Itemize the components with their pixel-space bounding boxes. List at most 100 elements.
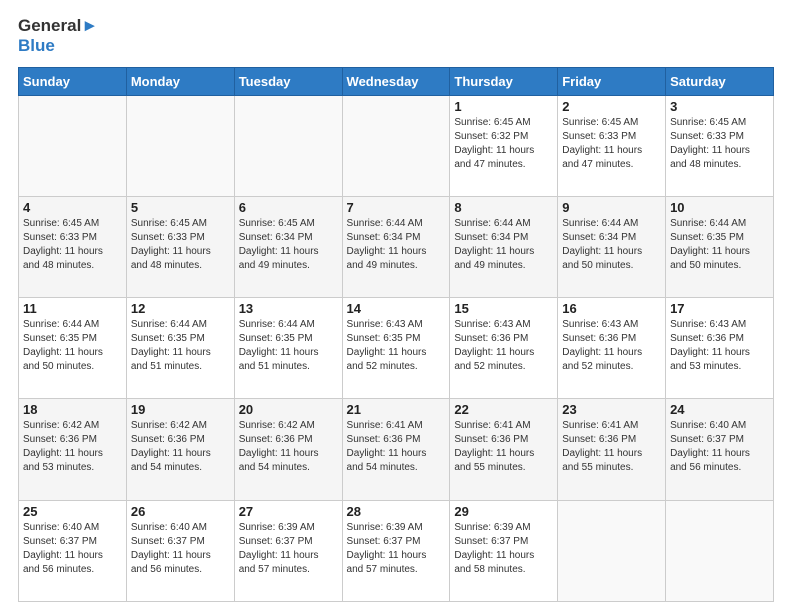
calendar-cell: 26 Sunrise: 6:40 AM Sunset: 6:37 PM Dayli…	[126, 500, 234, 601]
day-number: 15	[454, 301, 553, 316]
day-info: Sunrise: 6:40 AM Sunset: 6:37 PM Dayligh…	[23, 521, 122, 577]
day-number: 29	[454, 504, 553, 519]
calendar-cell: 2 Sunrise: 6:45 AM Sunset: 6:33 PM Daylig…	[558, 95, 666, 196]
day-number: 20	[239, 402, 338, 417]
day-number: 1	[454, 99, 553, 114]
calendar-cell: 29Sunrise: 6:39 AM Sunset: 6:37 PM Dayli…	[450, 500, 558, 601]
logo-blue: Blue	[18, 36, 98, 56]
calendar-week-row: 4 Sunrise: 6:45 AM Sunset: 6:33 PM Daylig…	[19, 197, 774, 298]
day-info: Sunrise: 6:45 AM Sunset: 6:33 PM Dayligh…	[131, 217, 230, 273]
calendar-cell	[19, 95, 127, 196]
calendar-cell: 18 Sunrise: 6:42 AM Sunset: 6:36 PM Dayli…	[19, 399, 127, 500]
day-number: 9	[562, 200, 661, 215]
col-header-wednesday: Wednesday	[342, 67, 450, 95]
day-info: Sunrise: 6:39 AM Sunset: 6:37 PM Dayligh…	[347, 521, 446, 577]
day-info: Sunrise: 6:44 AM Sunset: 6:35 PM Dayligh…	[670, 217, 769, 273]
day-info: Sunrise: 6:43 AM Sunset: 6:36 PM Dayligh…	[670, 318, 769, 374]
day-info: Sunrise: 6:42 AM Sunset: 6:36 PM Dayligh…	[131, 419, 230, 475]
day-info: Sunrise: 6:45 AM Sunset: 6:32 PM Dayligh…	[454, 116, 553, 172]
col-header-saturday: Saturday	[666, 67, 774, 95]
calendar-cell: 7 Sunrise: 6:44 AM Sunset: 6:34 PM Daylig…	[342, 197, 450, 298]
day-number: 26	[131, 504, 230, 519]
day-info: Sunrise: 6:44 AM Sunset: 6:35 PM Dayligh…	[239, 318, 338, 374]
col-header-monday: Monday	[126, 67, 234, 95]
calendar-cell: 11 Sunrise: 6:44 AM Sunset: 6:35 PM Dayli…	[19, 298, 127, 399]
day-number: 13	[239, 301, 338, 316]
calendar-cell: 4Sunrise: 6:45 AM Sunset: 6:33 PM Daylig…	[19, 197, 127, 298]
col-header-tuesday: Tuesday	[234, 67, 342, 95]
day-info: Sunrise: 6:40 AM Sunset: 6:37 PM Dayligh…	[670, 419, 769, 475]
day-number: 18	[23, 402, 122, 417]
day-info: Sunrise: 6:41 AM Sunset: 6:36 PM Dayligh…	[562, 419, 661, 475]
day-number: 19	[131, 402, 230, 417]
day-number: 6	[239, 200, 338, 215]
day-info: Sunrise: 6:44 AM Sunset: 6:34 PM Dayligh…	[347, 217, 446, 273]
day-info: Sunrise: 6:40 AM Sunset: 6:37 PM Dayligh…	[131, 521, 230, 577]
col-header-sunday: Sunday	[19, 67, 127, 95]
calendar-cell: 21Sunrise: 6:41 AM Sunset: 6:36 PM Dayli…	[342, 399, 450, 500]
calendar-cell: 25 Sunrise: 6:40 AM Sunset: 6:37 PM Dayli…	[19, 500, 127, 601]
day-number: 25	[23, 504, 122, 519]
day-info: Sunrise: 6:45 AM Sunset: 6:33 PM Dayligh…	[562, 116, 661, 172]
calendar-cell: 8 Sunrise: 6:44 AM Sunset: 6:34 PM Daylig…	[450, 197, 558, 298]
day-info: Sunrise: 6:41 AM Sunset: 6:36 PM Dayligh…	[454, 419, 553, 475]
calendar-table: SundayMondayTuesdayWednesdayThursdayFrid…	[18, 67, 774, 602]
calendar-cell: 14Sunrise: 6:43 AM Sunset: 6:35 PM Dayli…	[342, 298, 450, 399]
day-number: 3	[670, 99, 769, 114]
calendar-cell	[234, 95, 342, 196]
logo: General► Blue	[18, 16, 98, 57]
day-number: 10	[670, 200, 769, 215]
day-info: Sunrise: 6:45 AM Sunset: 6:33 PM Dayligh…	[670, 116, 769, 172]
day-number: 12	[131, 301, 230, 316]
calendar-cell: 19 Sunrise: 6:42 AM Sunset: 6:36 PM Dayli…	[126, 399, 234, 500]
calendar-week-row: 11 Sunrise: 6:44 AM Sunset: 6:35 PM Dayli…	[19, 298, 774, 399]
calendar-cell: 16 Sunrise: 6:43 AM Sunset: 6:36 PM Dayli…	[558, 298, 666, 399]
calendar-cell: 9 Sunrise: 6:44 AM Sunset: 6:34 PM Daylig…	[558, 197, 666, 298]
calendar-week-row: 18 Sunrise: 6:42 AM Sunset: 6:36 PM Dayli…	[19, 399, 774, 500]
calendar-cell: 23 Sunrise: 6:41 AM Sunset: 6:36 PM Dayli…	[558, 399, 666, 500]
day-number: 14	[347, 301, 446, 316]
day-number: 23	[562, 402, 661, 417]
calendar-week-row: 25 Sunrise: 6:40 AM Sunset: 6:37 PM Dayli…	[19, 500, 774, 601]
page: General► Blue SundayMondayTuesdayWednesd…	[0, 0, 792, 612]
calendar-cell: 22 Sunrise: 6:41 AM Sunset: 6:36 PM Dayli…	[450, 399, 558, 500]
day-number: 4	[23, 200, 122, 215]
day-info: Sunrise: 6:44 AM Sunset: 6:35 PM Dayligh…	[23, 318, 122, 374]
calendar-cell: 28 Sunrise: 6:39 AM Sunset: 6:37 PM Dayli…	[342, 500, 450, 601]
logo-text-block: General► Blue	[18, 16, 98, 57]
day-info: Sunrise: 6:44 AM Sunset: 6:35 PM Dayligh…	[131, 318, 230, 374]
calendar-cell	[558, 500, 666, 601]
day-number: 21	[347, 402, 446, 417]
day-info: Sunrise: 6:44 AM Sunset: 6:34 PM Dayligh…	[562, 217, 661, 273]
calendar-cell	[666, 500, 774, 601]
calendar-cell: 20Sunrise: 6:42 AM Sunset: 6:36 PM Dayli…	[234, 399, 342, 500]
day-number: 2	[562, 99, 661, 114]
col-header-thursday: Thursday	[450, 67, 558, 95]
day-number: 8	[454, 200, 553, 215]
calendar-cell: 13 Sunrise: 6:44 AM Sunset: 6:35 PM Dayli…	[234, 298, 342, 399]
day-info: Sunrise: 6:44 AM Sunset: 6:34 PM Dayligh…	[454, 217, 553, 273]
day-number: 11	[23, 301, 122, 316]
calendar-cell: 12 Sunrise: 6:44 AM Sunset: 6:35 PM Dayli…	[126, 298, 234, 399]
calendar-cell	[342, 95, 450, 196]
day-number: 22	[454, 402, 553, 417]
day-info: Sunrise: 6:39 AM Sunset: 6:37 PM Dayligh…	[239, 521, 338, 577]
calendar-cell	[126, 95, 234, 196]
calendar-cell: 6 Sunrise: 6:45 AM Sunset: 6:34 PM Daylig…	[234, 197, 342, 298]
day-info: Sunrise: 6:43 AM Sunset: 6:36 PM Dayligh…	[562, 318, 661, 374]
logo-general: General►	[18, 16, 98, 36]
day-info: Sunrise: 6:42 AM Sunset: 6:36 PM Dayligh…	[23, 419, 122, 475]
day-number: 16	[562, 301, 661, 316]
day-number: 5	[131, 200, 230, 215]
day-number: 28	[347, 504, 446, 519]
calendar-week-row: 1 Sunrise: 6:45 AM Sunset: 6:32 PM Daylig…	[19, 95, 774, 196]
calendar-cell: 17Sunrise: 6:43 AM Sunset: 6:36 PM Dayli…	[666, 298, 774, 399]
day-number: 24	[670, 402, 769, 417]
day-info: Sunrise: 6:45 AM Sunset: 6:34 PM Dayligh…	[239, 217, 338, 273]
day-info: Sunrise: 6:43 AM Sunset: 6:36 PM Dayligh…	[454, 318, 553, 374]
calendar-cell: 24 Sunrise: 6:40 AM Sunset: 6:37 PM Dayli…	[666, 399, 774, 500]
calendar-header-row: SundayMondayTuesdayWednesdayThursdayFrid…	[19, 67, 774, 95]
calendar-cell: 15 Sunrise: 6:43 AM Sunset: 6:36 PM Dayli…	[450, 298, 558, 399]
day-number: 7	[347, 200, 446, 215]
calendar-cell: 5 Sunrise: 6:45 AM Sunset: 6:33 PM Daylig…	[126, 197, 234, 298]
